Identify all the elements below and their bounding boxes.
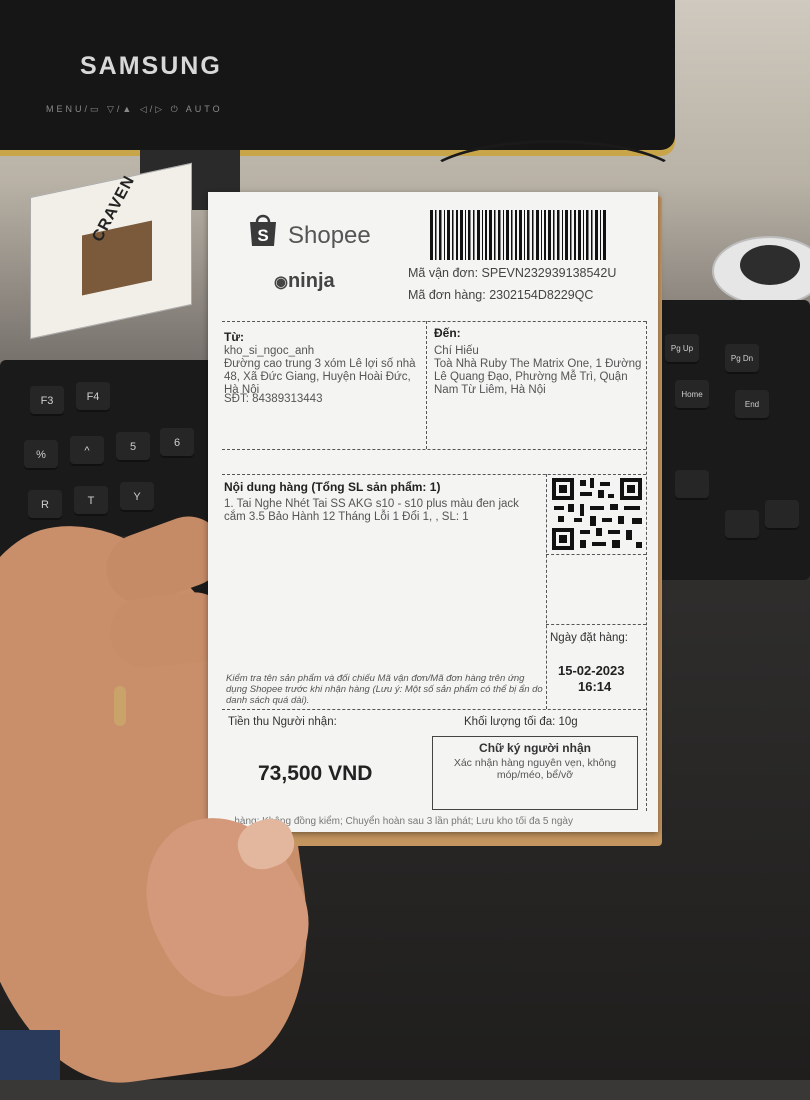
sleeve [0,1030,60,1080]
keyboard-key: Pg Dn [725,344,759,374]
keyboard-key: F3 [30,386,64,416]
keyboard-key: ^ [70,436,104,466]
contents-item: 1. Tai Nghe Nhét Tai SS AKG s10 - s10 pl… [224,498,519,523]
barcode [430,210,606,260]
divider [646,321,647,811]
divider [426,321,427,449]
carrier-name: ninja [287,270,335,292]
speaker-center [740,245,800,285]
sender-name: kho_si_ngoc_anh [224,345,315,357]
order-date: 15-02-2023 [558,663,625,678]
order-line: Mã đơn hàng: 2302154D8229QC [408,288,593,302]
signature-note: Xác nhận hàng nguyên vẹn, không móp/méo,… [453,757,617,781]
keyboard-key [675,470,709,500]
cod-amount: 73,500 VND [258,762,373,785]
from-title: Từ: [224,330,245,344]
sender-address: Đường cao trung 3 xóm Lê lợi số nhà 48, … [224,358,416,396]
monitor-buttons: MENU/▭ ▽/▲ ◁/▷ ⏻ AUTO [46,104,223,114]
keyboard-key: F4 [76,382,110,412]
keyboard-key [765,500,799,530]
order-date-label: Ngày đặt hàng: [550,632,629,644]
qr-code [550,476,646,552]
keyboard-right: Pg Up Pg Dn Home End [655,300,810,580]
svg-text:S: S [257,226,268,245]
order-label: Mã đơn hàng: [408,288,486,302]
tracking-line: Mã vận đơn: SPEVN232939138542U [408,266,616,280]
sender-phone: SĐT: 84389313443 [224,393,323,405]
divider [546,624,646,625]
shopee-bag-icon: S [250,214,276,246]
contents-note: Kiểm tra tên sản phẩm và đối chiếu Mã vậ… [226,673,543,706]
keyboard-key: % [24,440,58,470]
ninja-van-logo: ◉ninja [274,270,335,292]
cod-label: Tiền thu Người nhận: [228,716,337,728]
order-time: 16:14 [578,679,612,694]
contents-title: Nội dung hàng (Tổng SL sản phẩm: 1) [224,480,441,494]
ring [114,686,126,726]
tracking-label: Mã vận đơn: [408,266,479,280]
recipient-address: Toà Nhà Ruby The Matrix One, 1 Đường Lê … [434,358,642,396]
shopee-brand: Shopee [288,222,371,249]
keyboard-key: Home [675,380,709,410]
order-code: 2302154D8229QC [489,288,594,302]
keyboard-key: 5 [116,432,150,462]
keyboard-key: T [74,486,108,516]
signature-box: Chữ ký người nhận Xác nhận hàng nguyên v… [432,736,638,810]
divider [222,449,646,450]
weight: Khối lượng tối đa: 10g [464,716,578,728]
divider [222,709,646,710]
recipient-name: Chí Hiếu [434,345,479,357]
monitor-brand: SAMSUNG [80,52,222,80]
shipping-label: S Shopee ◉ninja Mã vận đơn: SPEVN2329391… [208,192,658,832]
divider [222,474,646,475]
tracking-code: SPEVN232939138542U [481,266,617,280]
keyboard-key: 6 [160,428,194,458]
keyboard-key: R [28,490,62,520]
keyboard-key [725,510,759,540]
monitor: SAMSUNG MENU/▭ ▽/▲ ◁/▷ ⏻ AUTO [0,0,675,150]
divider [546,554,646,555]
keyboard-key: Y [120,482,154,512]
keyboard-key: Pg Up [665,334,699,364]
keyboard-key: End [735,390,769,420]
divider [546,474,547,709]
signature-title: Chữ ký người nhận [479,741,591,755]
divider [222,321,646,322]
to-title: Đến: [434,326,461,340]
